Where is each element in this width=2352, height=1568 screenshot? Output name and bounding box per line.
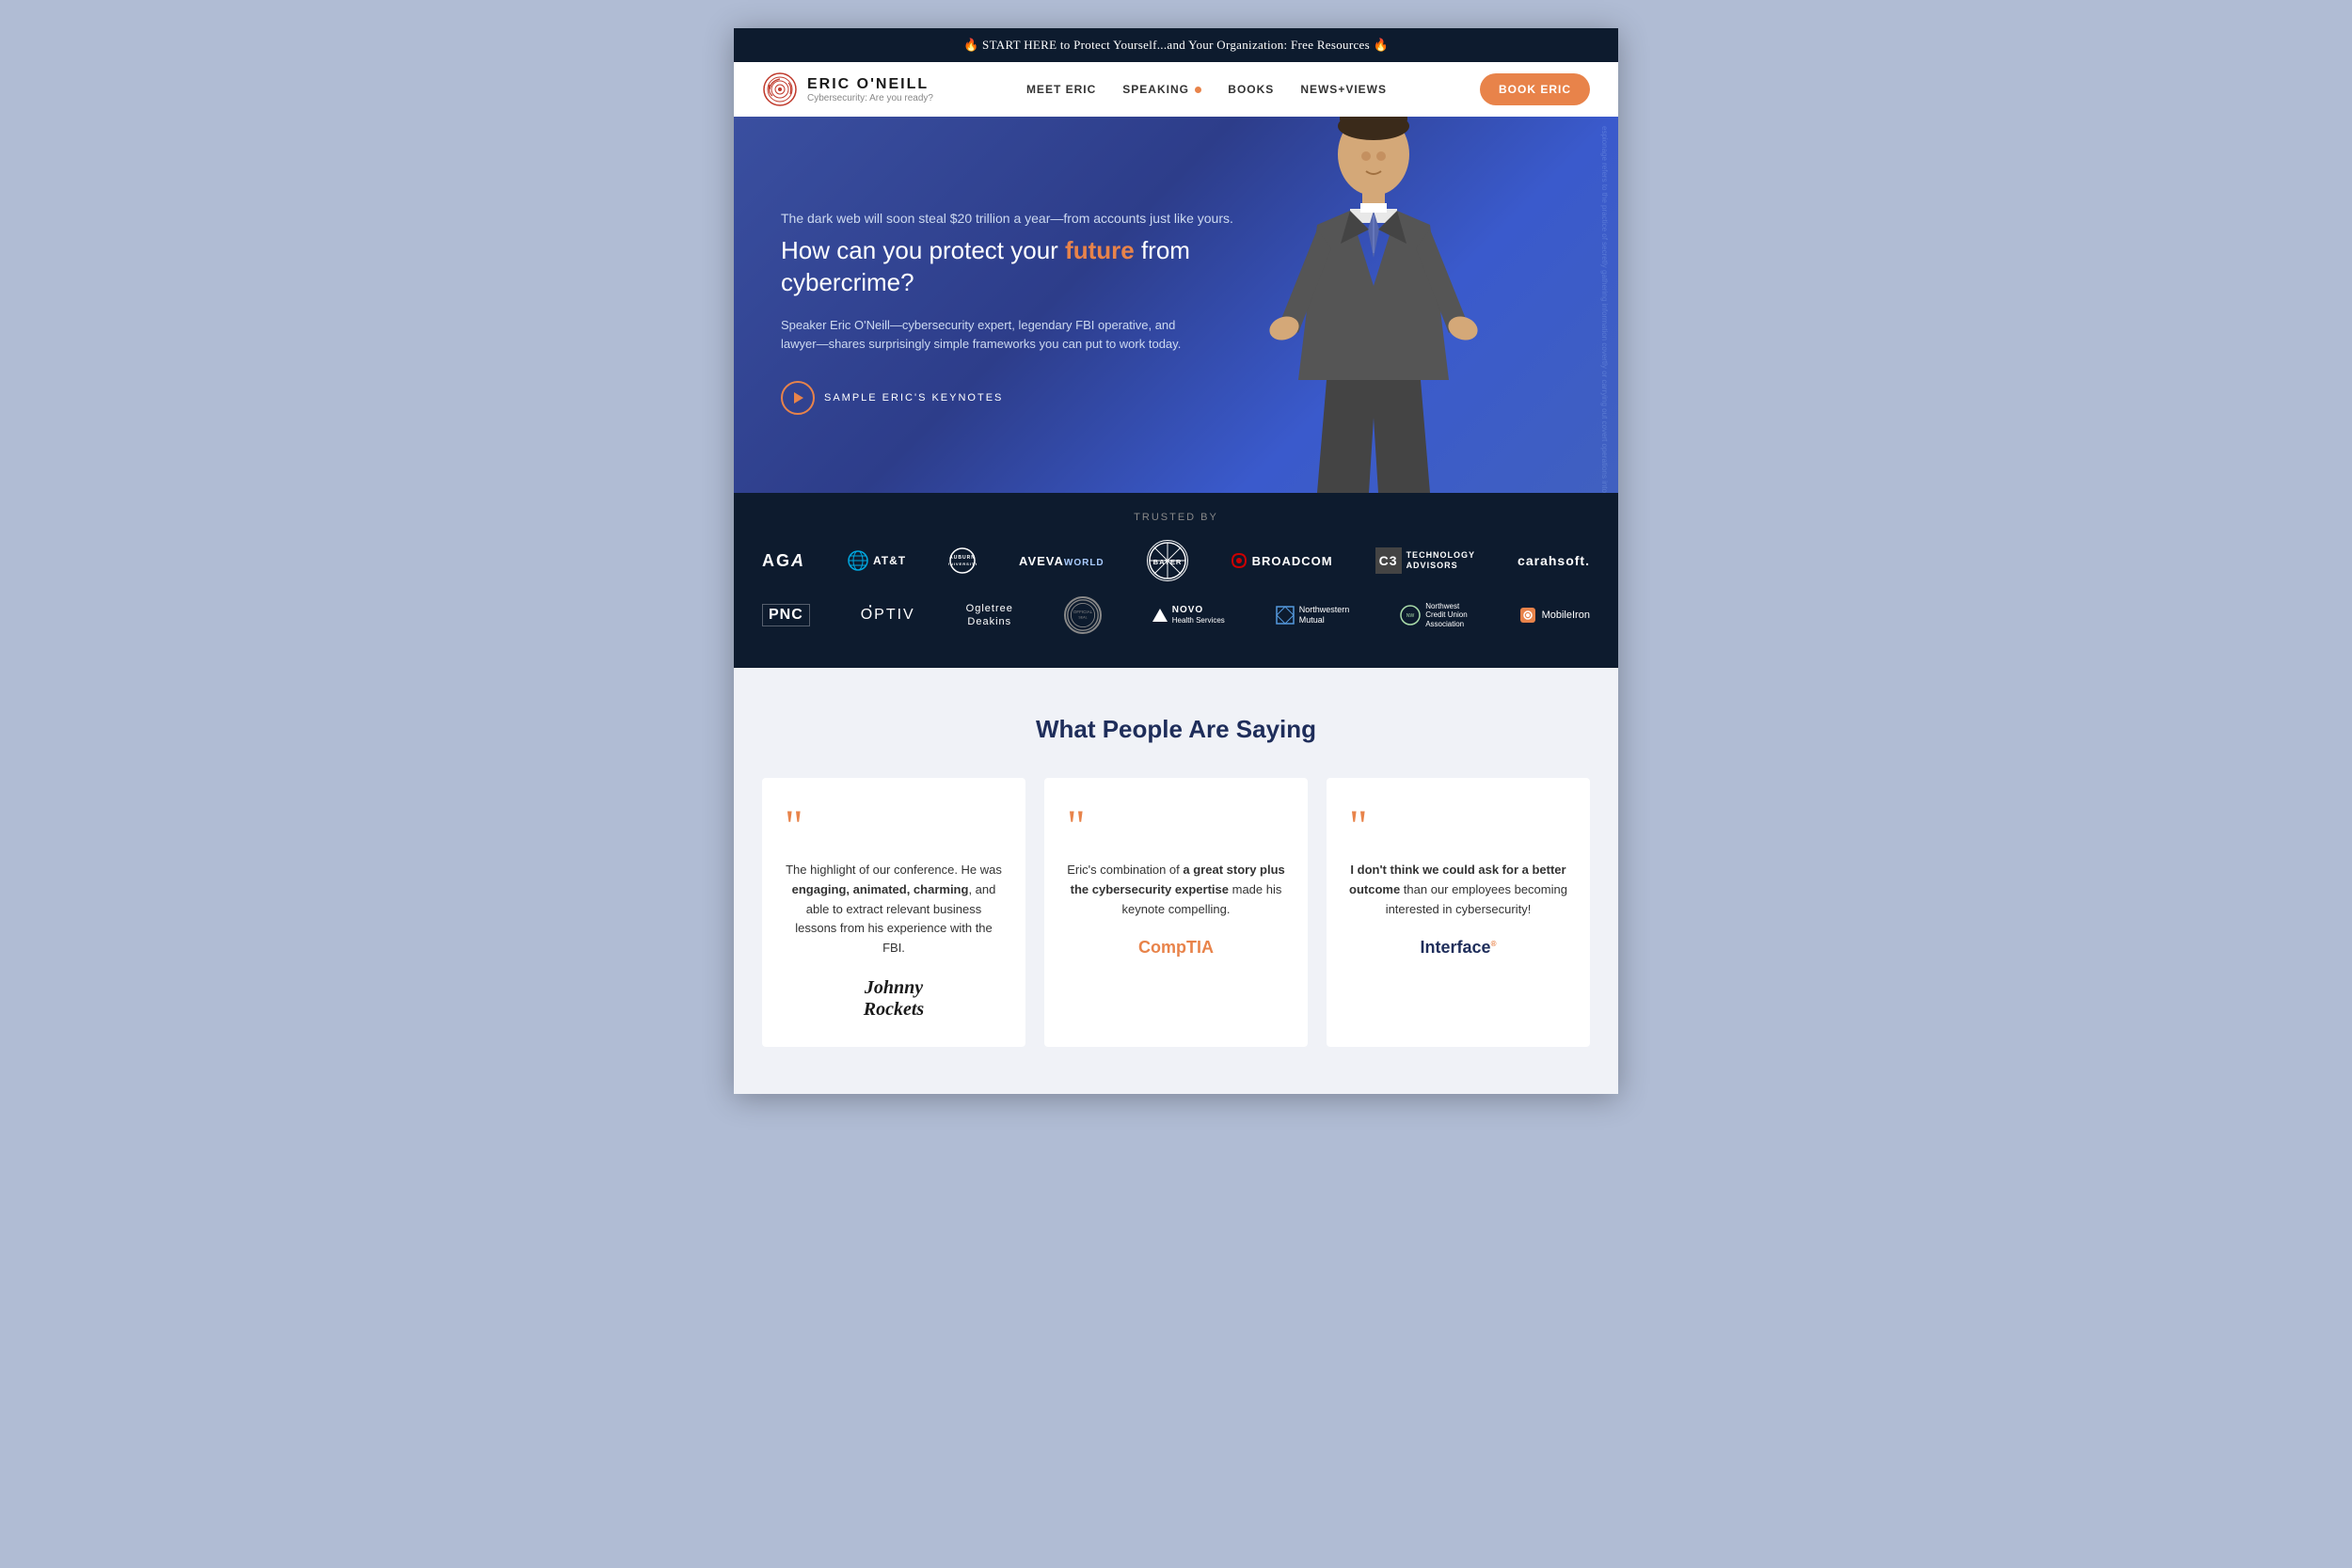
banner-text: 🔥 START HERE to Protect Yourself...and Y… [963,38,1389,52]
sample-keynotes-button[interactable]: SAMPLE ERIC'S KEYNOTES [781,381,1270,415]
logo-att: AT&T [848,550,906,571]
hero-description: Speaker Eric O'Neill—cybersecurity exper… [781,316,1214,356]
hero-subtitle: The dark web will soon steal $20 trillio… [781,211,1270,226]
logo-auburn: AUBURN UNIVERSITY [948,546,977,575]
quote-mark-2: " [1067,804,1285,849]
quote-mark-1: " [785,804,1003,849]
broadcom-icon [1231,552,1248,569]
logo-pnc: PNC [762,604,810,626]
logo-mobileiron: MobileIron [1518,606,1590,625]
seal-icon: OFFICIAL SEAL [1066,596,1100,634]
trusted-section: TRUSTED BY AGA AT&T [734,493,1618,668]
sample-keynotes-label: SAMPLE ERIC'S KEYNOTES [824,392,1003,404]
logo-c3: C3 TECHNOLOGYADVISORS [1375,547,1476,574]
svg-text:AUBURN: AUBURN [949,555,976,561]
svg-text:NW: NW [1406,613,1415,619]
logos-row-1: AGA AT&T AUBURN UNIVERSITY [762,540,1590,581]
logo[interactable]: ERIC O'NEILL Cybersecurity: Are you read… [762,71,933,107]
logo-text: ERIC O'NEILL Cybersecurity: Are you read… [807,76,933,103]
quote-mark-3: " [1349,804,1567,849]
nwcu-icon: NW [1400,605,1421,626]
book-eric-button[interactable]: BOOK ERIC [1480,73,1590,105]
att-globe-icon [848,550,868,571]
site-name: ERIC O'NEILL [807,76,933,93]
svg-text:BAYER: BAYER [1152,558,1182,566]
trusted-label: TRUSTED BY [762,512,1590,523]
nav-link-speaking[interactable]: SPEAKING [1122,83,1201,96]
hero-title-highlight: future [1065,236,1135,264]
testimonial-logo-1: Johnny Rockets [785,977,1003,1021]
logo-novo: NOVO Health Services [1152,605,1225,626]
hero-title-start: How can you protect your [781,236,1065,264]
logo-broadcom: BROADCOM [1231,552,1333,569]
nav-item-meet-eric[interactable]: MEET ERIC [1026,81,1096,98]
svg-text:SEAL: SEAL [1078,616,1087,620]
bayer-icon: BAYER [1148,540,1187,581]
logo-northwest-cu: NW Northwest Credit Union Association [1400,602,1467,629]
mobileiron-icon [1518,606,1537,625]
testimonial-text-3: I don't think we could ask for a better … [1349,861,1567,919]
logo-ogletree: OgletreeDeakins [966,602,1013,629]
nav-item-books[interactable]: BOOKS [1228,81,1274,98]
logo-aga: AGA [762,551,805,571]
testimonials-title: What People Are Saying [762,715,1590,744]
logos-row-2: PNC ·OPTIV OgletreeDeakins OFFICIAL SEAL [762,596,1590,634]
svg-text:UNIVERSITY: UNIVERSITY [948,562,977,566]
testimonial-text-1: The highlight of our conference. He was … [785,861,1003,958]
testimonial-logo-3: Interface® [1349,938,1567,958]
logo-seal: OFFICIAL SEAL [1064,596,1102,634]
logo-aveva: AVEVAWORLD [1019,554,1104,568]
testimonial-card-1: " The highlight of our conference. He wa… [762,778,1025,1047]
logo-optiv: ·OPTIV [861,607,915,624]
top-banner[interactable]: 🔥 START HERE to Protect Yourself...and Y… [734,28,1618,62]
testimonial-card-3: " I don't think we could ask for a bette… [1327,778,1590,1047]
logo-bayer: BAYER [1147,540,1188,581]
play-button-circle[interactable] [781,381,815,415]
hero-title: How can you protect your future from cyb… [781,235,1270,299]
testimonials-section: What People Are Saying " The highlight o… [734,668,1618,1094]
hero-section: espionage refers to the practice of secr… [734,117,1618,493]
auburn-icon: AUBURN UNIVERSITY [948,546,977,575]
logo-northwestern-mutual: Northwestern Mutual [1276,605,1350,626]
nav-link-news-views[interactable]: NEWS+VIEWS [1300,83,1387,96]
novo-triangle-icon [1152,609,1168,622]
logo-carahsoft: carahsoft. [1518,553,1590,568]
site-tagline: Cybersecurity: Are you ready? [807,93,933,103]
nav-link-meet-eric[interactable]: MEET ERIC [1026,83,1096,96]
speaking-dot-icon [1195,87,1201,93]
nw-mutual-icon [1276,606,1295,625]
nav-link-books[interactable]: BOOKS [1228,83,1274,96]
testimonial-card-2: " Eric's combination of a great story pl… [1044,778,1308,1047]
testimonial-logo-2: CompTIA [1067,938,1285,958]
page-wrapper: 🔥 START HERE to Protect Yourself...and Y… [734,28,1618,1094]
play-icon [794,392,803,404]
nav-links: MEET ERIC SPEAKING BOOKS NEWS+VIEWS [1026,81,1387,98]
testimonials-grid: " The highlight of our conference. He wa… [762,778,1590,1047]
main-nav: ERIC O'NEILL Cybersecurity: Are you read… [734,62,1618,117]
nav-item-news-views[interactable]: NEWS+VIEWS [1300,81,1387,98]
hero-content: The dark web will soon steal $20 trillio… [781,211,1270,415]
nav-item-speaking[interactable]: SPEAKING [1122,81,1201,98]
logo-icon [762,71,798,107]
svg-text:OFFICIAL: OFFICIAL [1073,610,1093,614]
testimonial-text-2: Eric's combination of a great story plus… [1067,861,1285,919]
